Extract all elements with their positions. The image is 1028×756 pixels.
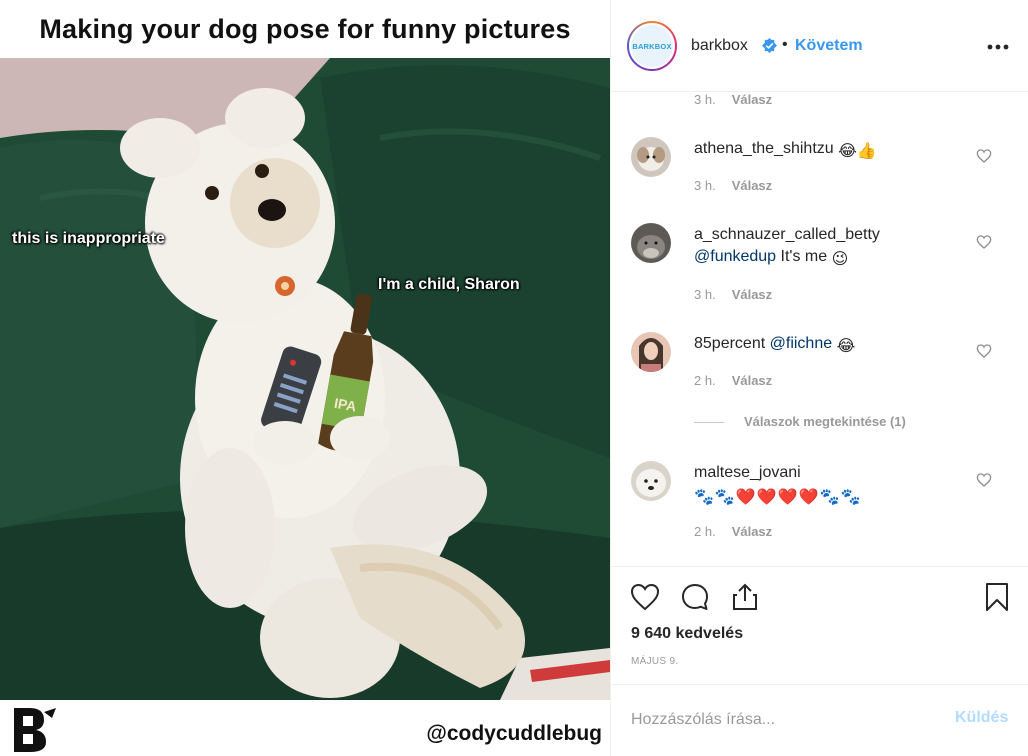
post-date[interactable]: MÁJUS 9. — [631, 656, 678, 667]
share-icon[interactable] — [729, 581, 761, 613]
comment-time: 3 h. — [694, 287, 716, 302]
comment-meta: 3 h. Válasz — [694, 92, 772, 107]
author-avatar-brand: BARKBOX — [631, 25, 673, 67]
comment-text: maltese_jovani 🐾🐾❤️❤️❤️❤️🐾🐾 — [694, 462, 954, 509]
comment-body: It's me — [780, 248, 828, 265]
comment-mention[interactable]: @fiichne — [770, 335, 833, 352]
view-replies-divider — [694, 422, 724, 423]
send-comment-button[interactable]: Küldés — [955, 709, 1008, 727]
more-horizontal-icon[interactable] — [987, 44, 1009, 50]
comment-meta: 3 h. Válasz — [694, 178, 772, 193]
comment-text: a_schnauzer_called_betty @funkedup It's … — [694, 224, 974, 271]
comment-like-heart-icon[interactable] — [976, 343, 992, 359]
verified-badge-icon — [762, 38, 777, 53]
comment-emojis: 😂👍 — [838, 143, 877, 160]
comment-like-heart-icon[interactable] — [976, 148, 992, 164]
comment-emojis: 😉 — [831, 251, 849, 268]
commenter-avatar[interactable] — [631, 332, 671, 372]
comment-time: 3 h. — [694, 178, 716, 193]
header-separator: • — [782, 36, 788, 53]
meme-credit: @codycuddlebug — [426, 722, 602, 745]
commenter-avatar[interactable] — [631, 223, 671, 263]
add-comment-section: Küldés — [611, 684, 1028, 756]
comment-time: 2 h. — [694, 524, 716, 539]
dog-photo-illustration: IPA — [0, 58, 610, 700]
comment-meta: 2 h. Válasz — [694, 524, 772, 539]
commenter-username[interactable]: a_schnauzer_called_betty — [694, 226, 880, 243]
comment-bubble-icon[interactable] — [679, 581, 711, 613]
follow-button[interactable]: Követem — [795, 37, 863, 55]
comment-text: 85percent @fiichne 😂 — [694, 333, 974, 358]
commenter-username[interactable]: athena_the_shihtzu — [694, 140, 834, 157]
comments-list[interactable]: 3 h. Válasz athena_the_shihtzu 😂👍 3 h. Vál… — [611, 92, 1028, 566]
comment-reply-button[interactable]: Válasz — [732, 92, 772, 107]
likes-count[interactable]: 9 640 kedvelés — [631, 625, 743, 643]
post-side-panel: BARKBOX barkbox • Követem 3 h. Válasz ath… — [610, 0, 1028, 756]
comment-meta: 2 h. Válasz — [694, 373, 772, 388]
comment-text: athena_the_shihtzu 😂👍 — [694, 138, 974, 163]
comment-reply-button[interactable]: Válasz — [732, 524, 772, 539]
comment-input[interactable] — [631, 703, 931, 737]
comment-reply-button[interactable]: Válasz — [732, 373, 772, 388]
comment-time: 2 h. — [694, 373, 716, 388]
meme-caption-left: this is inappropriate — [12, 230, 165, 247]
bookmark-icon[interactable] — [981, 581, 1013, 613]
like-heart-icon[interactable] — [629, 581, 661, 613]
comment-like-heart-icon[interactable] — [976, 472, 992, 488]
comment-meta: 3 h. Válasz — [694, 287, 772, 302]
meme-brand-logo-icon — [14, 708, 56, 752]
comment-time: 3 h. — [694, 92, 716, 107]
meme-footer: @codycuddlebug — [0, 700, 610, 756]
comment-reply-button[interactable]: Válasz — [732, 287, 772, 302]
commenter-username[interactable]: maltese_jovani — [694, 464, 801, 481]
post-actions: 9 640 kedvelés MÁJUS 9. — [611, 566, 1028, 684]
post-media[interactable]: Making your dog pose for funny pictures — [0, 0, 610, 756]
meme-caption-right: I'm a child, Sharon — [378, 276, 520, 293]
commenter-avatar[interactable] — [631, 137, 671, 177]
commenter-avatar[interactable] — [631, 461, 671, 501]
post-header: BARKBOX barkbox • Követem — [611, 0, 1028, 92]
comment-emojis: 😂 — [836, 338, 856, 355]
comment-mention[interactable]: @funkedup — [694, 248, 776, 265]
meme-title: Making your dog pose for funny pictures — [39, 13, 571, 44]
comment-emojis: 🐾🐾❤️❤️❤️❤️🐾🐾 — [694, 489, 862, 506]
author-username[interactable]: barkbox — [691, 37, 748, 55]
comment-like-heart-icon[interactable] — [976, 234, 992, 250]
author-avatar[interactable]: BARKBOX — [627, 21, 677, 71]
comment-reply-button[interactable]: Válasz — [732, 178, 772, 193]
post-photo[interactable]: IPA this is inappropriate I'm a child, S… — [0, 58, 610, 700]
commenter-username[interactable]: 85percent — [694, 335, 765, 352]
view-replies-button[interactable]: Válaszok megtekintése (1) — [744, 414, 906, 429]
